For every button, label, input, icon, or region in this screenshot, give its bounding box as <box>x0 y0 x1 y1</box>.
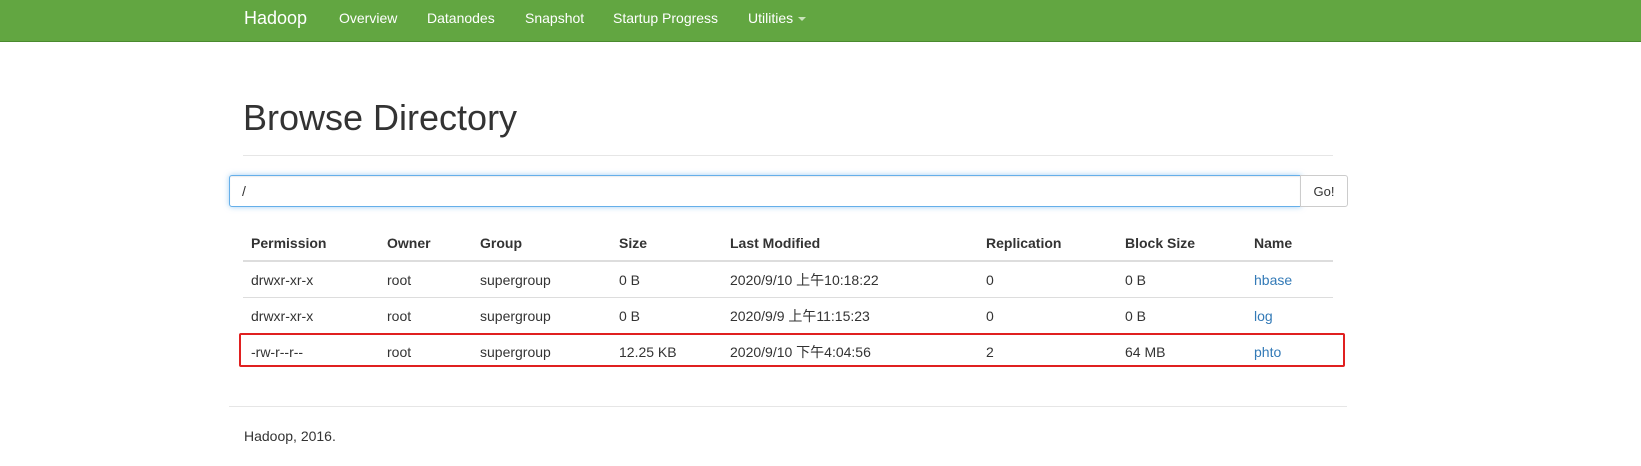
column-header-owner[interactable]: Owner <box>379 225 472 262</box>
last-modified-cell: 2020/9/10 下午4:04:56 <box>730 343 871 360</box>
chevron-down-icon <box>798 17 807 22</box>
name-cell: log <box>1246 297 1333 334</box>
permission-cell: drwxr-xr-x <box>243 261 379 298</box>
replication-cell: 0 <box>978 297 1117 334</box>
owner-cell: root <box>379 297 472 334</box>
footer-copyright: Hadoop, 2016. <box>244 428 336 444</box>
block-size-cell: 0 B <box>1117 297 1246 334</box>
header-divider <box>243 155 1333 156</box>
file-link-hbase[interactable]: hbase <box>1254 272 1292 288</box>
footer-divider <box>229 406 1347 407</box>
replication-cell: 0 <box>978 261 1117 298</box>
nav-datanodes[interactable]: Datanodes <box>427 8 495 28</box>
column-header-name[interactable]: Name <box>1246 225 1333 262</box>
table-row: drwxr-xr-x root supergroup 0 B 2020/9/10… <box>243 261 1333 298</box>
size-cell: 12.25 KB <box>619 343 677 360</box>
column-header-last-modified[interactable]: Last Modified <box>722 225 978 262</box>
group-cell: supergroup <box>480 343 551 360</box>
nav-utilities[interactable]: Utilities <box>748 8 807 28</box>
go-button[interactable]: Go! <box>1300 175 1348 207</box>
nav-utilities-label: Utilities <box>748 10 794 26</box>
name-cell: phto <box>1246 334 1333 370</box>
last-modified-cell: 2020/9/9 上午11:15:23 <box>722 297 978 334</box>
replication-cell: 2 <box>986 343 994 360</box>
file-link-phto[interactable]: phto <box>1254 344 1281 360</box>
top-navbar: Hadoop Overview Datanodes Snapshot Start… <box>0 0 1641 42</box>
table-row: drwxr-xr-x root supergroup 0 B 2020/9/9 … <box>243 297 1333 334</box>
table-row: -rw-r--r-- root supergroup 12.25 KB 2020… <box>243 334 1333 370</box>
nav-snapshot[interactable]: Snapshot <box>525 8 584 28</box>
column-header-replication[interactable]: Replication <box>978 225 1117 262</box>
group-cell: supergroup <box>472 261 611 298</box>
group-cell: supergroup <box>472 297 611 334</box>
nav-overview[interactable]: Overview <box>339 8 397 28</box>
column-header-size[interactable]: Size <box>611 225 722 262</box>
size-cell: 0 B <box>611 261 722 298</box>
permission-cell: -rw-r--r-- <box>251 343 304 360</box>
name-cell: hbase <box>1246 261 1333 298</box>
page-title: Browse Directory <box>243 97 518 138</box>
block-size-cell: 0 B <box>1117 261 1246 298</box>
file-link-log[interactable]: log <box>1254 308 1273 324</box>
column-header-group[interactable]: Group <box>472 225 611 262</box>
file-listing-table: Permission Owner Group Size Last Modifie… <box>243 225 1333 369</box>
directory-path-input[interactable] <box>229 175 1301 207</box>
size-cell: 0 B <box>611 297 722 334</box>
nav-startup-progress[interactable]: Startup Progress <box>613 8 718 28</box>
permission-cell: drwxr-xr-x <box>243 297 379 334</box>
owner-cell: root <box>379 261 472 298</box>
brand-link[interactable]: Hadoop <box>244 6 307 30</box>
last-modified-cell: 2020/9/10 上午10:18:22 <box>722 261 978 298</box>
column-header-block-size[interactable]: Block Size <box>1117 225 1246 262</box>
column-header-permission[interactable]: Permission <box>243 225 379 262</box>
owner-cell: root <box>387 343 412 360</box>
table-header-row: Permission Owner Group Size Last Modifie… <box>243 225 1333 262</box>
block-size-cell: 64 MB <box>1125 343 1166 360</box>
